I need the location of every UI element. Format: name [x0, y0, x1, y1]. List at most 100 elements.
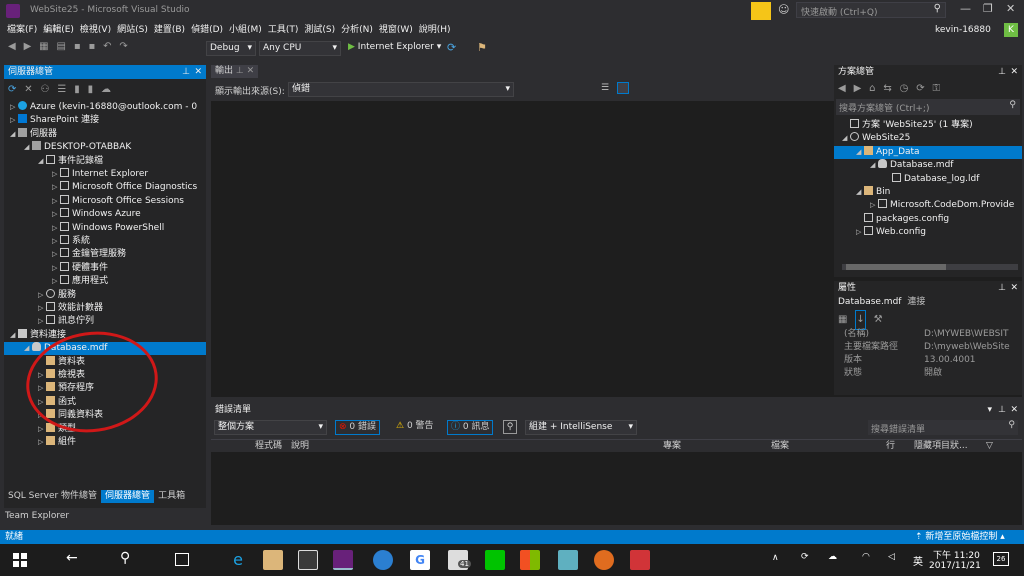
search-icon[interactable]: ⚲	[120, 550, 130, 566]
notification-flag-icon[interactable]	[751, 2, 771, 20]
pin-icon[interactable]: ⊥	[998, 403, 1006, 417]
show-hidden-icon[interactable]: ∧	[772, 553, 779, 563]
tree-item[interactable]: ▷ Internet Explorer	[4, 168, 206, 181]
solution-hscrollbar[interactable]	[842, 264, 1018, 270]
tree-item[interactable]: ▷ Microsoft Office Sessions	[4, 194, 206, 208]
expand-arrow-icon[interactable]: ▷	[10, 101, 18, 114]
history-icon[interactable]: ◷	[900, 79, 909, 99]
config-dropdown[interactable]: Debug ▾	[206, 41, 256, 56]
azure-icon[interactable]: ☁	[101, 79, 111, 101]
tree-item[interactable]: ▷ 應用程式	[4, 275, 206, 288]
tree-item[interactable]: ▷ 訊息佇列	[4, 315, 206, 328]
alphabetical-icon[interactable]: ↓	[855, 310, 866, 330]
error-search-input[interactable]: 搜尋錯誤清單	[871, 422, 925, 435]
wrench-icon[interactable]: ⚒	[874, 311, 883, 329]
tree-item[interactable]: ▷ 硬體事件	[4, 261, 206, 275]
property-row[interactable]: 版本 13.00.4001	[834, 354, 1014, 367]
error-column-header[interactable]: 專案	[663, 440, 681, 453]
expand-arrow-icon[interactable]: ▷	[52, 195, 60, 208]
mail-icon[interactable]: 41	[448, 550, 471, 570]
forward-icon[interactable]: ▶	[24, 41, 32, 52]
presentation-icon[interactable]	[630, 550, 650, 570]
pin-icon[interactable]: ⊥	[998, 65, 1006, 79]
sync-icon[interactable]: ⇆	[883, 79, 891, 99]
property-row[interactable]: 狀態 開啟	[834, 367, 1014, 380]
bottom-tab-2[interactable]: 工具箱	[154, 490, 189, 503]
solution-search-box[interactable]: 搜尋方案總管 (Ctrl+;) ⚲	[836, 99, 1020, 115]
tree-item[interactable]: ◢ 事件記錄檔	[4, 154, 206, 168]
refresh-icon[interactable]: ⟳	[447, 41, 456, 54]
tree-item[interactable]: ▷ 服務	[4, 288, 206, 302]
stop-icon[interactable]: ✕	[24, 79, 32, 101]
team-explorer-tab[interactable]: Team Explorer	[5, 511, 69, 521]
save-icon[interactable]: ▪	[74, 41, 81, 52]
panel-close-icon[interactable]: ✕	[1010, 65, 1018, 79]
build-filter-dropdown[interactable]: 組建 + IntelliSense ▾	[525, 420, 637, 435]
office-icon[interactable]	[520, 550, 540, 570]
menu-item-8[interactable]: 測試(S)	[301, 22, 338, 39]
menu-item-6[interactable]: 小組(M)	[226, 22, 265, 39]
dropdown-icon[interactable]: ▾	[987, 403, 992, 417]
pin-icon[interactable]: ⊥	[182, 65, 190, 79]
properties-object-selector[interactable]: Database.mdf 連接	[834, 295, 1022, 310]
expand-arrow-icon[interactable]: ▷	[10, 114, 18, 127]
error-column-header[interactable]: 隱藏項目狀...	[914, 440, 968, 453]
home-icon[interactable]: ⌂	[869, 79, 875, 99]
expand-arrow-icon[interactable]: ▷	[52, 275, 60, 288]
scope-dropdown[interactable]: 整個方案 ▾	[214, 420, 327, 435]
menu-item-4[interactable]: 建置(B)	[151, 22, 188, 39]
tree-item[interactable]: ◢ Bin	[834, 186, 1022, 199]
tree-item[interactable]: ◢ 伺服器	[4, 127, 206, 141]
task-view-icon[interactable]	[175, 553, 189, 566]
error-column-header[interactable]: 說明	[291, 440, 309, 453]
column-filter-icon[interactable]: ▽	[986, 440, 993, 453]
back-icon[interactable]: ◀	[8, 41, 16, 52]
expand-arrow-icon[interactable]: ▷	[52, 181, 60, 194]
database-icon[interactable]: ▮	[74, 79, 80, 101]
tree-item[interactable]: ▷ Windows PowerShell	[4, 221, 206, 235]
property-row[interactable]: 主要檔案路徑 D:\myweb\WebSite	[834, 341, 1014, 354]
tree-item[interactable]: ▷ Windows Azure	[4, 208, 206, 221]
warnings-filter-button[interactable]: ⚠ 0 警告	[393, 420, 437, 435]
tree-item[interactable]: packages.config	[834, 212, 1022, 226]
expand-arrow-icon[interactable]: ▷	[38, 289, 46, 302]
media-icon[interactable]	[373, 550, 393, 570]
undo-icon[interactable]: ↶	[103, 41, 111, 52]
source-control-button[interactable]: ⇡ 新增至原始檔控制 ▴	[915, 530, 1005, 544]
redo-icon[interactable]: ↷	[119, 41, 127, 52]
menu-item-9[interactable]: 分析(N)	[338, 22, 376, 39]
panel-close-icon[interactable]: ✕	[194, 65, 202, 79]
clock-time[interactable]: 下午 11:20	[933, 548, 980, 561]
refresh-icon[interactable]: ⟳	[916, 79, 924, 99]
restore-button[interactable]: ❐	[983, 2, 993, 15]
categorized-icon[interactable]: ▦	[838, 311, 847, 329]
menu-item-0[interactable]: 檔案(F)	[4, 22, 40, 39]
tree-item[interactable]: ◢ WebSite25	[834, 132, 1022, 145]
refresh-icon[interactable]: ⟳	[8, 79, 16, 101]
collapse-arrow-icon[interactable]: ◢	[38, 155, 46, 168]
tree-item[interactable]: ▷ 組件	[4, 436, 206, 449]
collapse-arrow-icon[interactable]: ◢	[856, 146, 864, 159]
wifi-icon[interactable]: ◠	[862, 552, 870, 562]
menu-item-1[interactable]: 編輯(E)	[40, 22, 77, 39]
expand-arrow-icon[interactable]: ▷	[52, 168, 60, 181]
messages-filter-button[interactable]: ⓘ 0 訊息	[447, 420, 494, 435]
menu-item-11[interactable]: 說明(H)	[416, 22, 454, 39]
close-button[interactable]: ✕	[1006, 2, 1015, 15]
solution-search-input[interactable]: 搜尋方案總管 (Ctrl+;)	[839, 101, 929, 114]
tree-item[interactable]: ◢ Database.mdf	[834, 159, 1022, 172]
visual-studio-icon[interactable]	[333, 550, 353, 570]
collapse-arrow-icon[interactable]: ◢	[856, 186, 864, 199]
tree-item[interactable]: Database_log.ldf	[834, 172, 1022, 186]
clear-icon[interactable]: ☰	[601, 83, 609, 93]
expand-arrow-icon[interactable]: ▷	[52, 235, 60, 248]
tree-item[interactable]: ▷ Web.config	[834, 226, 1022, 239]
errors-filter-button[interactable]: ⊗ 0 錯誤	[335, 420, 381, 435]
sync-icon[interactable]: ⟳	[801, 552, 809, 562]
tree-item[interactable]: ▷ Azure (kevin-16880@outlook.com - 0	[4, 101, 206, 114]
pin-icon[interactable]: ⊥	[998, 281, 1006, 295]
tree-item[interactable]: ▷ 金鑰管理服務	[4, 248, 206, 261]
expand-arrow-icon[interactable]: ▷	[52, 208, 60, 221]
collapse-arrow-icon[interactable]: ◢	[24, 141, 32, 154]
output-source-dropdown[interactable]: 偵錯 ▾	[288, 82, 514, 97]
